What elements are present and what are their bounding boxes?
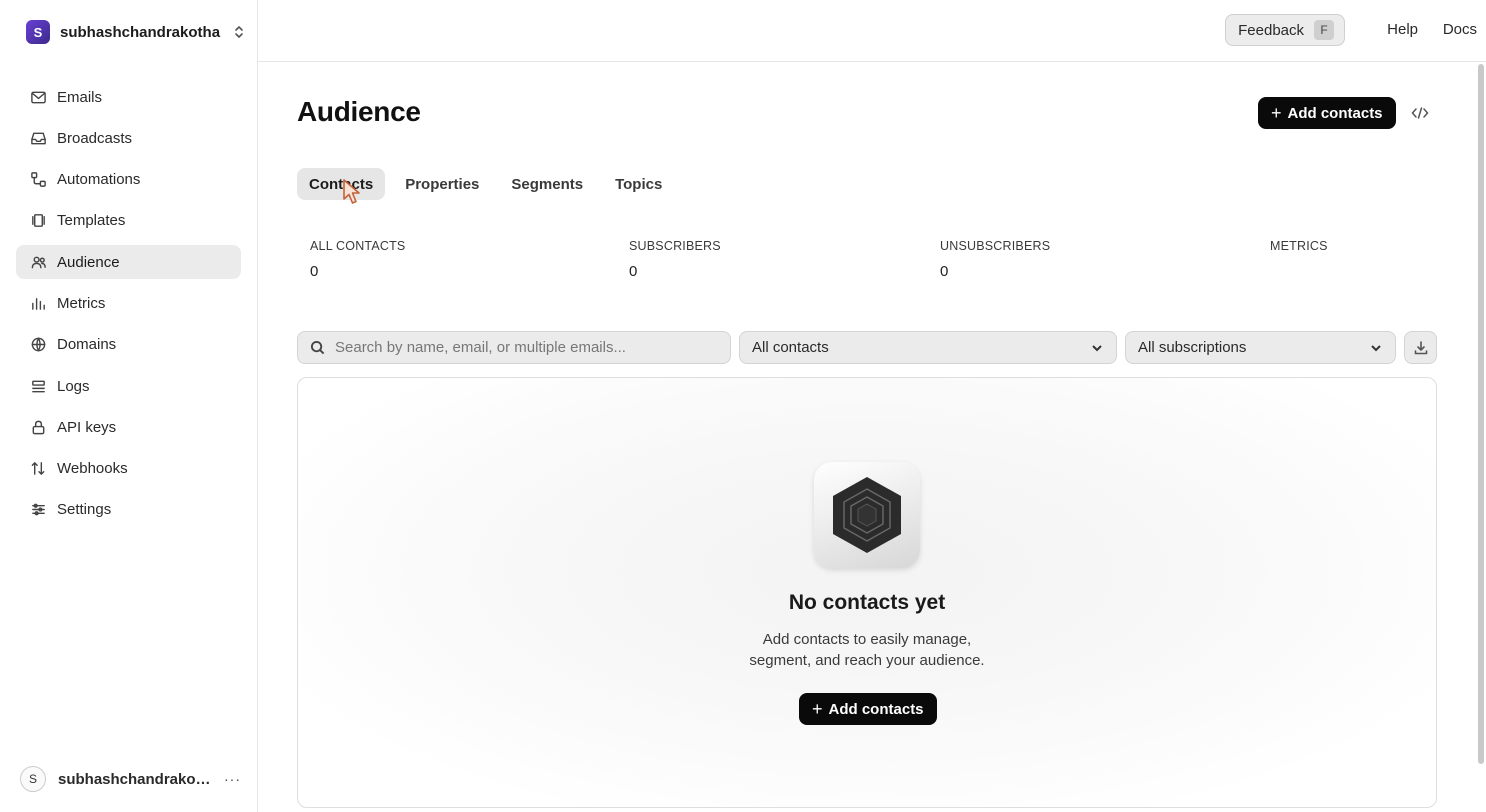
user-menu[interactable]: S subhashchandrakotha ···: [20, 766, 242, 792]
chevron-down-icon: [1092, 344, 1102, 351]
avatar: S: [20, 766, 46, 792]
empty-state-hexagon-logo: [814, 462, 920, 568]
lock-icon: [29, 418, 47, 436]
sidebar-item-label: Templates: [57, 212, 126, 230]
empty-state-description-line: Add contacts to easily manage,: [762, 631, 972, 648]
stat-all-contacts: ALL CONTACTS 0: [310, 239, 405, 280]
sidebar-item-label: Webhooks: [57, 460, 128, 478]
stat-subscribers: SUBSCRIBERS 0: [629, 239, 721, 280]
add-contacts-label: Add contacts: [1287, 104, 1383, 122]
sidebar-item-templates[interactable]: Templates: [16, 204, 241, 238]
tab-segments[interactable]: Segments: [499, 168, 595, 200]
sidebar-item-domains[interactable]: Domains: [16, 328, 241, 362]
sidebar-item-broadcasts[interactable]: Broadcasts: [16, 121, 241, 155]
tab-properties[interactable]: Properties: [393, 168, 491, 200]
stat-label: ALL CONTACTS: [310, 239, 406, 253]
feedback-shortcut-key: F: [1314, 20, 1334, 40]
sidebar-item-label: Audience: [57, 253, 120, 271]
empty-state-description: Add contacts to easily manage, segment, …: [298, 629, 1436, 671]
sidebar-item-label: Settings: [57, 501, 112, 519]
workspace-name: subhashchandrakotha: [60, 23, 221, 41]
sidebar-item-webhooks[interactable]: Webhooks: [16, 452, 241, 486]
mail-icon: [29, 88, 47, 106]
empty-state-add-contacts-button[interactable]: + Add contacts: [799, 693, 937, 725]
webhook-icon: [29, 460, 47, 478]
help-link[interactable]: Help: [1387, 21, 1418, 38]
topbar: Feedback F Help Docs: [258, 0, 1486, 62]
feedback-button[interactable]: Feedback F: [1225, 14, 1345, 46]
page-title: Audience: [297, 96, 421, 127]
inbox-icon: [29, 129, 47, 147]
stat-unsubscribers: UNSUBSCRIBERS 0: [940, 239, 1050, 280]
docs-link[interactable]: Docs: [1443, 21, 1477, 38]
sidebar-item-label: Domains: [57, 336, 117, 354]
empty-state-panel: No contacts yet Add contacts to easily m…: [297, 377, 1437, 808]
export-button[interactable]: [1404, 331, 1437, 364]
workspace-avatar: S: [26, 20, 50, 44]
search-box: [297, 331, 731, 364]
sidebar-item-label: API keys: [57, 418, 117, 436]
sidebar-item-label: Broadcasts: [57, 129, 133, 147]
sidebar-item-label: Emails: [57, 88, 103, 106]
stat-label: SUBSCRIBERS: [629, 239, 721, 253]
sliders-icon: [29, 501, 47, 519]
globe-icon: [29, 336, 47, 354]
sidebar-item-label: Metrics: [57, 294, 106, 312]
empty-state-description-line: segment, and reach your audience.: [749, 652, 985, 669]
sidebar-item-automations[interactable]: Automations: [16, 163, 241, 197]
empty-state-title: No contacts yet: [788, 591, 946, 614]
subscriptions-filter-select[interactable]: All subscriptions: [1125, 331, 1396, 364]
stat-value: 0: [940, 263, 949, 280]
stats-row: ALL CONTACTS 0 SUBSCRIBERS 0 UNSUBSCRIBE…: [310, 239, 1420, 289]
stat-metrics: METRICS: [1270, 239, 1328, 263]
users-icon: [29, 253, 47, 271]
chevron-up-down-icon: [234, 25, 244, 39]
stat-value: 0: [310, 263, 319, 280]
sidebar-item-label: Automations: [57, 171, 141, 189]
tab-topics[interactable]: Topics: [603, 168, 674, 200]
plus-icon: +: [812, 699, 823, 719]
search-input[interactable]: [335, 339, 715, 356]
bar-chart-icon: [29, 294, 47, 312]
code-icon[interactable]: [1410, 103, 1430, 123]
stat-label: METRICS: [1270, 239, 1328, 253]
workflow-icon: [29, 171, 47, 189]
search-icon: [310, 340, 325, 355]
stat-label: UNSUBSCRIBERS: [940, 239, 1051, 253]
sidebar-item-logs[interactable]: Logs: [16, 369, 241, 403]
sidebar: S subhashchandrakotha Emails Broadcasts …: [0, 0, 258, 812]
sidebar-item-audience[interactable]: Audience: [16, 245, 241, 280]
add-contacts-label: Add contacts: [828, 700, 924, 718]
sidebar-item-settings[interactable]: Settings: [16, 493, 241, 527]
sidebar-item-api-keys[interactable]: API keys: [16, 410, 241, 444]
user-name: subhashchandrakotha: [58, 770, 212, 788]
sidebar-item-label: Logs: [57, 377, 90, 395]
mouse-cursor-icon: [343, 179, 360, 204]
sidebar-item-emails[interactable]: Emails: [16, 80, 241, 114]
plus-icon: +: [1271, 103, 1282, 123]
logs-icon: [29, 377, 47, 395]
download-icon: [1414, 340, 1427, 354]
feedback-label: Feedback: [1238, 21, 1304, 39]
sidebar-item-metrics[interactable]: Metrics: [16, 286, 241, 320]
templates-icon: [29, 212, 47, 230]
workspace-switcher[interactable]: S subhashchandrakotha: [16, 16, 254, 48]
subscriptions-filter-value: All subscriptions: [1138, 339, 1247, 356]
add-contacts-button[interactable]: + Add contacts: [1258, 97, 1396, 129]
main-scrollbar[interactable]: [1478, 64, 1484, 764]
sidebar-nav: Emails Broadcasts Automations Templates …: [16, 80, 241, 534]
stat-value: 0: [629, 263, 638, 280]
chevron-down-icon: [1371, 344, 1381, 351]
contacts-filter-value: All contacts: [752, 339, 829, 356]
more-options-icon[interactable]: ···: [224, 771, 241, 787]
contacts-filter-select[interactable]: All contacts: [739, 331, 1117, 364]
